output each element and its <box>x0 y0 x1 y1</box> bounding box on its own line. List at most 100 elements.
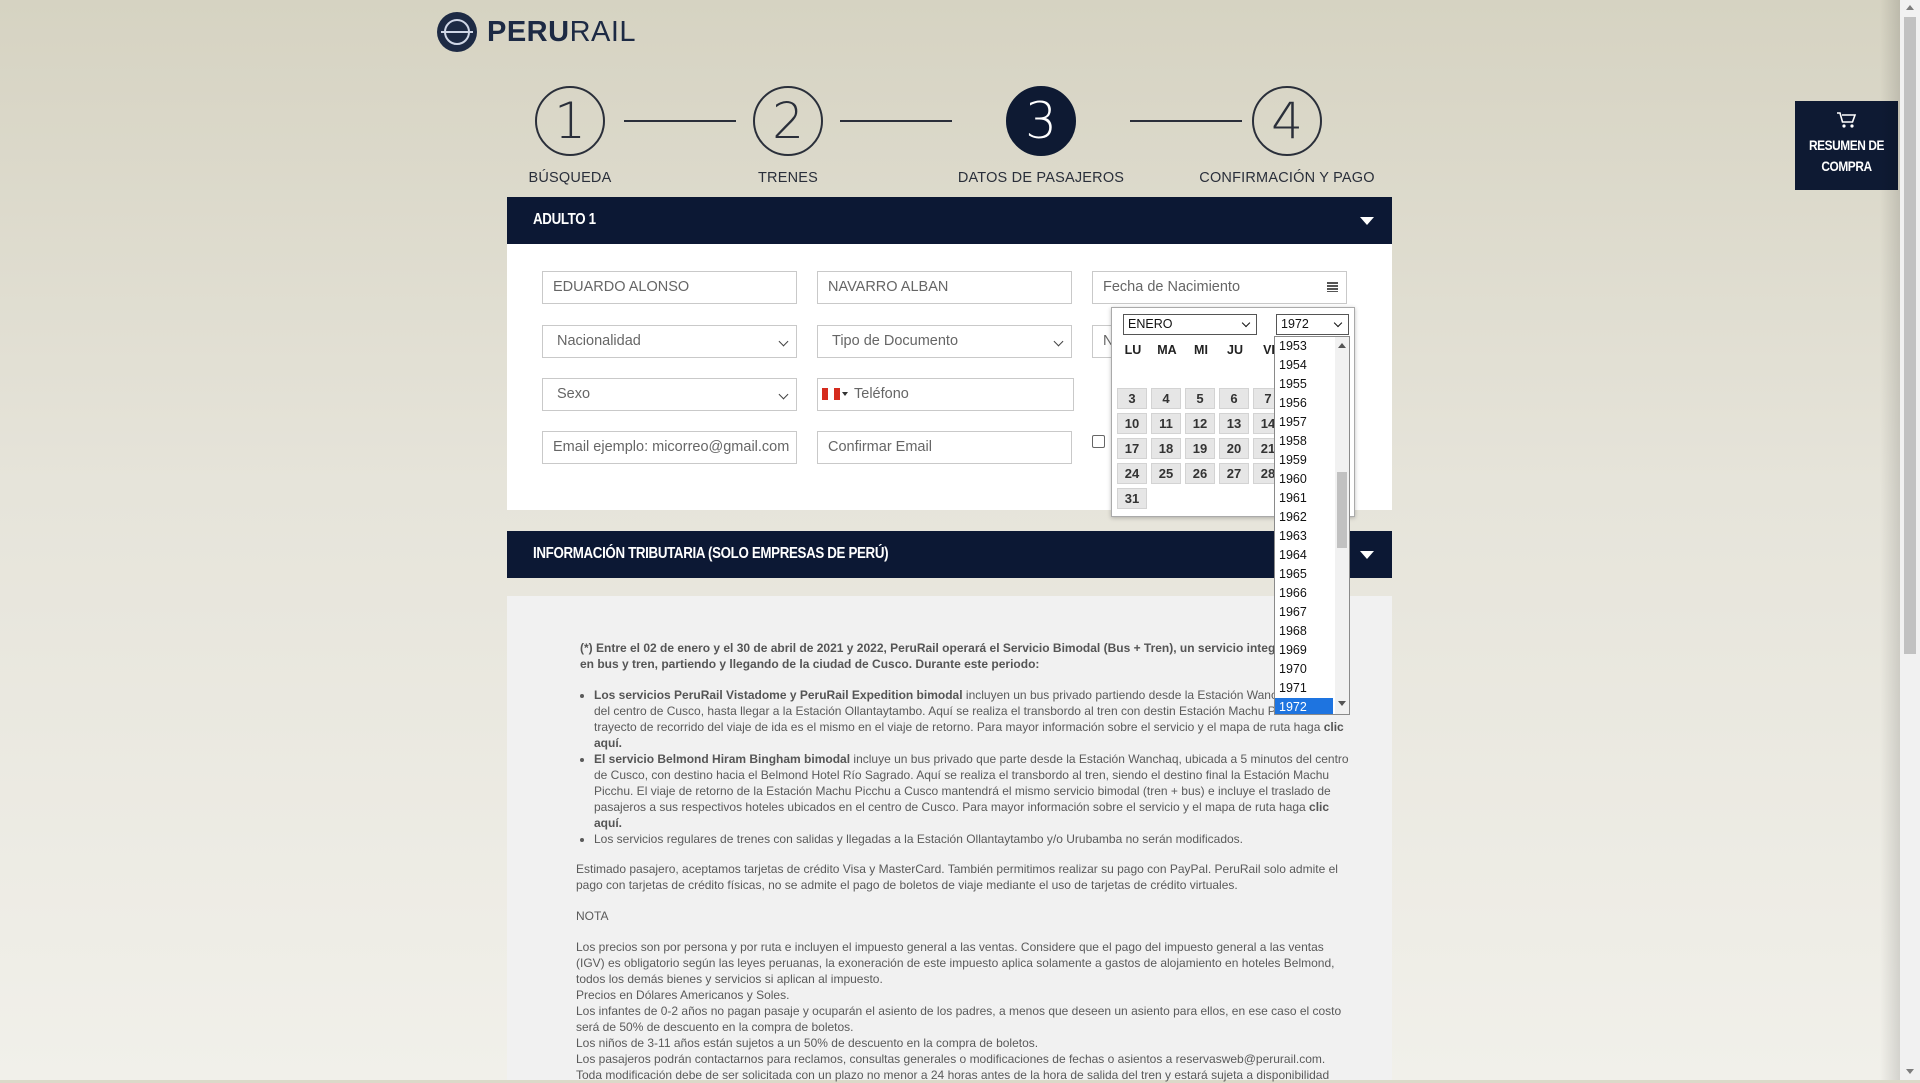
passenger-title: ADULTO 1 <box>533 211 596 228</box>
step-connector <box>840 120 952 122</box>
calendar-icon[interactable] <box>1327 282 1338 292</box>
scroll-thumb[interactable] <box>1337 472 1347 548</box>
day-cell[interactable]: 13 <box>1219 413 1249 434</box>
passenger-accordion-header[interactable]: ADULTO 1 <box>507 197 1392 244</box>
step-number: 2 <box>753 86 823 156</box>
year-option[interactable]: 1956 <box>1275 394 1333 413</box>
year-list-scrollbar[interactable] <box>1335 337 1349 714</box>
first-name-field[interactable]: EDUARDO ALONSO <box>542 271 797 304</box>
year-option[interactable]: 1959 <box>1275 451 1333 470</box>
year-option[interactable]: 1960 <box>1275 470 1333 489</box>
sex-select[interactable]: Sexo <box>542 378 797 411</box>
year-option[interactable]: 1958 <box>1275 432 1333 451</box>
weekday-label: MA <box>1157 343 1177 357</box>
scroll-down-icon[interactable] <box>1906 1069 1914 1074</box>
day-cell[interactable]: 5 <box>1185 388 1215 409</box>
weekday-label: MI <box>1194 343 1208 357</box>
year-option[interactable]: 1961 <box>1275 489 1333 508</box>
cart-label-line2: COMPRA <box>1821 158 1872 174</box>
day-cell[interactable]: 10 <box>1117 413 1147 434</box>
brand-name: PERURAIL <box>487 15 637 48</box>
confirm-email-field[interactable]: Confirmar Email <box>817 431 1072 464</box>
year-select[interactable]: 1972 <box>1276 314 1349 335</box>
email-field[interactable]: Email ejemplo: micorreo@gmail.com <box>542 431 797 464</box>
year-option[interactable]: 1962 <box>1275 508 1333 527</box>
chevron-down-icon <box>842 392 848 397</box>
terms-checkbox[interactable] <box>1092 435 1105 448</box>
phone-placeholder: Teléfono <box>854 386 909 402</box>
year-option[interactable]: 1971 <box>1275 679 1333 698</box>
step-label: BÚSQUEDA <box>528 170 612 186</box>
day-cell[interactable]: 12 <box>1185 413 1215 434</box>
last-name-field[interactable]: NAVARRO ALBAN <box>817 271 1072 304</box>
page-scrollbar[interactable] <box>1900 0 1920 1080</box>
page-edge-shadow <box>1880 0 1900 1080</box>
perurail-logo-icon <box>437 12 477 52</box>
tax-info-accordion-header[interactable]: INFORMACIÓN TRIBUTARIA (SOLO EMPRESAS DE… <box>507 531 1392 578</box>
bimodal-lead: (*) Entre el 02 de enero y el 30 de abri… <box>580 641 1343 671</box>
year-option[interactable]: 1966 <box>1275 584 1333 603</box>
year-option[interactable]: 1954 <box>1275 356 1333 375</box>
year-option[interactable]: 1967 <box>1275 603 1333 622</box>
step-2-trenes[interactable]: 2 TRENES <box>738 86 838 186</box>
year-option[interactable]: 1964 <box>1275 546 1333 565</box>
day-cell[interactable]: 26 <box>1185 463 1215 484</box>
scroll-up-icon[interactable] <box>1338 343 1346 348</box>
day-cell[interactable]: 18 <box>1151 438 1181 459</box>
day-cell[interactable]: 20 <box>1219 438 1249 459</box>
year-option[interactable]: 1972 <box>1275 698 1333 714</box>
phone-field[interactable]: Teléfono <box>817 378 1074 411</box>
note-item: Los infantes de 0-2 años no pagan pasaje… <box>576 1004 1342 1034</box>
note-item: Los pasajeros podrán contactarnos para r… <box>576 1052 1326 1066</box>
document-type-select[interactable]: Tipo de Documento <box>817 325 1072 358</box>
note-item: Los precios son por persona y por ruta e… <box>576 940 1335 986</box>
day-cell[interactable]: 31 <box>1117 488 1147 509</box>
year-option[interactable]: 1969 <box>1275 641 1333 660</box>
step-4-confirmacion-pago[interactable]: 4 CONFIRMACIÓN Y PAGO <box>1187 86 1387 186</box>
info-text: (*) Entre el 02 de enero y el 30 de abri… <box>576 640 1354 1083</box>
step-label: DATOS DE PASAJEROS <box>957 170 1125 186</box>
peru-flag-icon[interactable] <box>822 388 840 401</box>
year-option[interactable]: 1953 <box>1275 337 1333 356</box>
day-cell[interactable]: 3 <box>1117 388 1147 409</box>
day-cell[interactable]: 11 <box>1151 413 1181 434</box>
weekday-label: JU <box>1227 343 1243 357</box>
step-number: 4 <box>1252 86 1322 156</box>
day-cell[interactable]: 4 <box>1151 388 1181 409</box>
step-label: TRENES <box>757 170 818 186</box>
tax-info-title: INFORMACIÓN TRIBUTARIA (SOLO EMPRESAS DE… <box>533 545 889 562</box>
year-option[interactable]: 1963 <box>1275 527 1333 546</box>
caret-down-icon <box>1360 551 1374 559</box>
list-item: Los servicios PeruRail Vistadome y PeruR… <box>594 687 1354 751</box>
step-number: 1 <box>535 86 605 156</box>
day-blank <box>1151 488 1181 509</box>
step-connector <box>624 120 736 122</box>
list-item: Los servicios regulares de trenes con sa… <box>594 831 1354 847</box>
scroll-thumb[interactable] <box>1904 17 1916 654</box>
step-3-datos-pasajeros[interactable]: 3 DATOS DE PASAJEROS <box>941 86 1141 186</box>
weekday-label: LU <box>1124 343 1142 357</box>
month-select[interactable]: ENERO <box>1123 314 1257 335</box>
day-cell[interactable]: 27 <box>1219 463 1249 484</box>
year-option[interactable]: 1965 <box>1275 565 1333 584</box>
day-cell[interactable]: 17 <box>1117 438 1147 459</box>
nota-heading: NOTA <box>576 909 609 923</box>
perurail-logo[interactable]: PERURAIL <box>437 11 636 53</box>
year-option[interactable]: 1957 <box>1275 413 1333 432</box>
year-option[interactable]: 1970 <box>1275 660 1333 679</box>
bimodal-list: Los servicios PeruRail Vistadome y PeruR… <box>576 687 1354 847</box>
year-dropdown-list[interactable]: 1953 1954 1955 1956 1957 1958 1959 1960 1961 1962… <box>1274 336 1350 715</box>
scroll-up-icon[interactable] <box>1906 5 1914 10</box>
day-cell[interactable]: 6 <box>1219 388 1249 409</box>
birthdate-field[interactable]: Fecha de Nacimiento <box>1092 271 1347 304</box>
weekday-header: LU MA MI JU VI <box>1116 343 1286 357</box>
day-cell[interactable]: 19 <box>1185 438 1215 459</box>
nationality-select[interactable]: Nacionalidad <box>542 325 797 358</box>
scroll-down-icon[interactable] <box>1338 701 1346 706</box>
day-cell[interactable]: 24 <box>1117 463 1147 484</box>
note-item: Toda modificación debe de ser solicitada… <box>576 1068 1330 1082</box>
day-cell[interactable]: 25 <box>1151 463 1181 484</box>
year-option[interactable]: 1955 <box>1275 375 1333 394</box>
step-1-busqueda[interactable]: 1 BÚSQUEDA <box>520 86 620 186</box>
year-option[interactable]: 1968 <box>1275 622 1333 641</box>
